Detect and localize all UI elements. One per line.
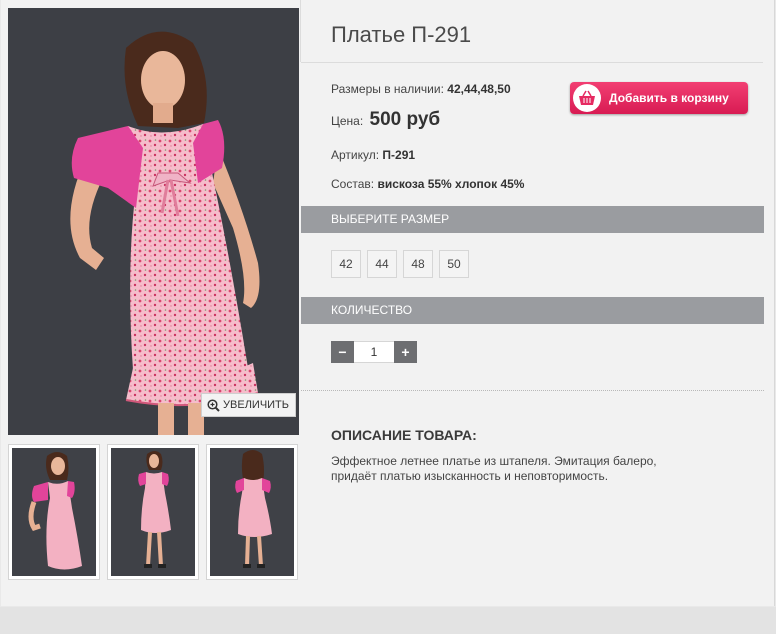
thumbnail-front[interactable] xyxy=(8,444,100,580)
size-option[interactable]: 42 xyxy=(331,250,361,278)
description-title: ОПИСАНИЕ ТОВАРА: xyxy=(331,427,477,443)
page-title: Платье П-291 xyxy=(331,22,472,47)
thumbnail-image xyxy=(235,450,272,568)
title-bar: Платье П-291 xyxy=(301,8,763,63)
main-product-photo[interactable]: УВЕЛИЧИТЬ xyxy=(8,8,299,435)
zoom-button[interactable]: УВЕЛИЧИТЬ xyxy=(201,393,296,417)
size-option[interactable]: 48 xyxy=(403,250,433,278)
thumbnail-image xyxy=(138,451,171,568)
add-to-cart-label: Добавить в корзину xyxy=(609,91,729,105)
thumbnail-back[interactable] xyxy=(206,444,298,580)
description-text: Эффектное летнее платье из штапеля. Эмит… xyxy=(331,454,711,484)
available-sizes-label: Размеры в наличии: xyxy=(331,82,444,96)
add-to-cart-button[interactable]: Добавить в корзину xyxy=(570,82,748,114)
quantity-stepper: − + xyxy=(331,341,417,363)
size-option[interactable]: 44 xyxy=(367,250,397,278)
divider xyxy=(301,390,764,391)
price-value: 500 руб xyxy=(369,109,441,130)
quantity-input[interactable] xyxy=(354,341,394,363)
price: Цена: 500 руб xyxy=(331,109,440,131)
footer-strip xyxy=(0,607,776,634)
zoom-label: УВЕЛИЧИТЬ xyxy=(223,399,289,411)
cart-icon-circle xyxy=(573,84,601,112)
price-label: Цена: xyxy=(331,114,364,128)
quantity-increase-button[interactable]: + xyxy=(394,341,417,363)
description-line: Эффектное летнее платье из штапеля. Эмит… xyxy=(331,454,657,468)
zoom-in-icon xyxy=(207,398,220,412)
article: Артикул: П-291 xyxy=(331,148,415,162)
thumbnail-strip xyxy=(8,444,300,582)
available-sizes-value: 42,44,48,50 xyxy=(447,82,511,96)
available-sizes: Размеры в наличии: 42,44,48,50 xyxy=(331,82,511,96)
size-section-header: ВЫБЕРИТЕ РАЗМЕР xyxy=(301,206,764,233)
composition-label: Состав: xyxy=(331,177,375,191)
thumbnail-image xyxy=(28,452,82,570)
shopping-basket-icon xyxy=(579,90,595,105)
article-label: Артикул: xyxy=(331,148,380,162)
description-line: придаёт платью изысканность и неповторим… xyxy=(331,469,609,483)
composition-value: вискоза 55% хлопок 45% xyxy=(377,177,525,191)
size-options: 42 44 48 50 xyxy=(331,250,469,278)
quantity-section-header: КОЛИЧЕСТВО xyxy=(301,297,764,324)
article-value: П-291 xyxy=(382,148,416,162)
composition: Состав: вискоза 55% хлопок 45% xyxy=(331,177,524,191)
thumbnail-full-length[interactable] xyxy=(107,444,199,580)
model-in-dress-image xyxy=(70,31,260,435)
size-option[interactable]: 50 xyxy=(439,250,469,278)
quantity-decrease-button[interactable]: − xyxy=(331,341,354,363)
